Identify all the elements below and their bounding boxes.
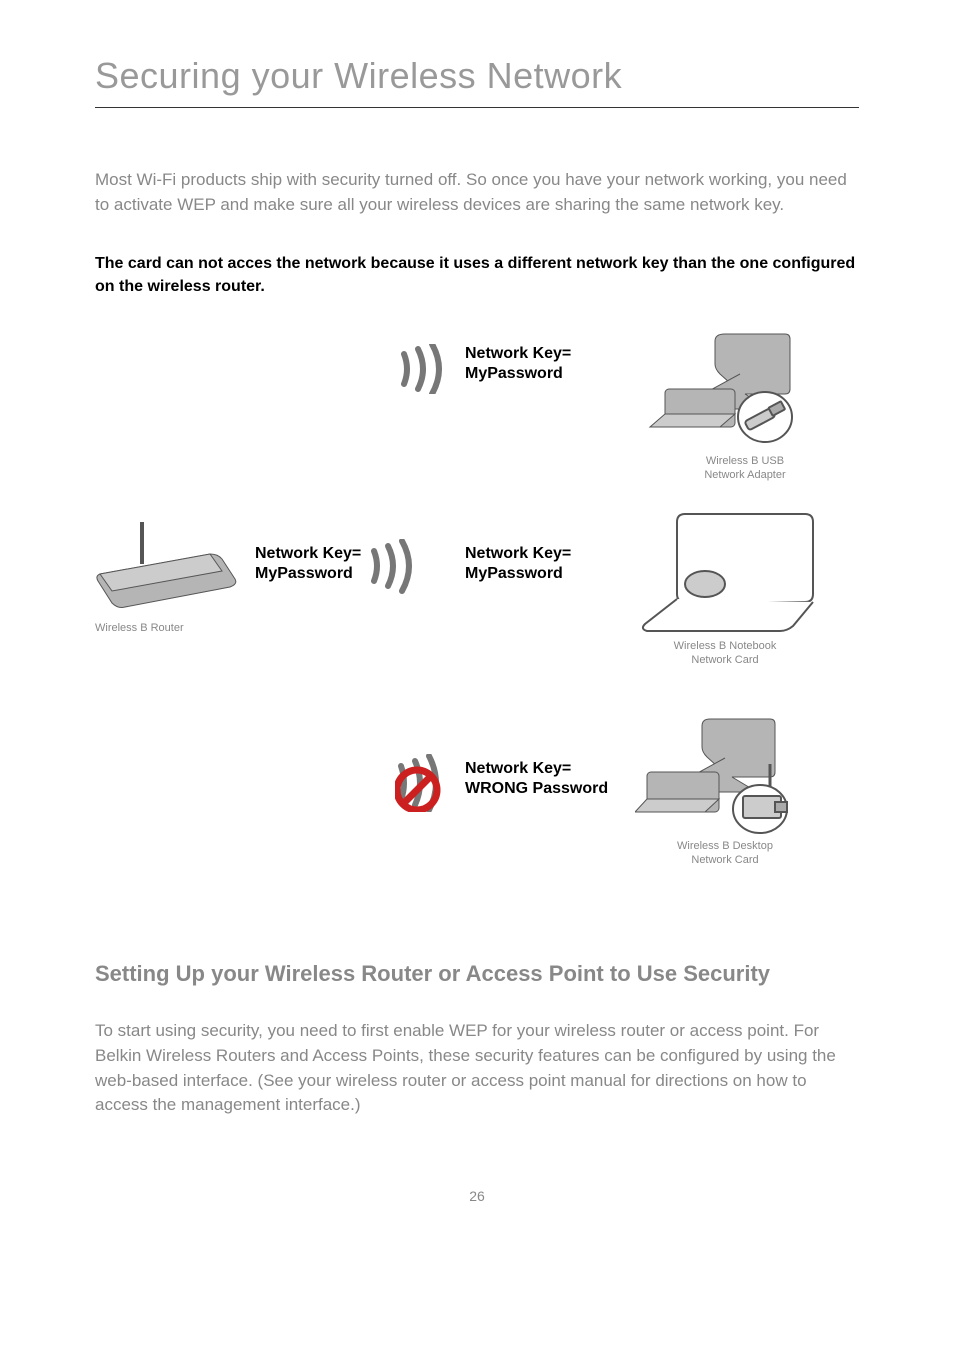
device-label: Wireless B USB Network Adapter [685, 454, 805, 483]
network-key-label: Network Key= MyPassword [255, 544, 361, 586]
device-label: Wireless B Notebook Network Card [655, 639, 795, 668]
network-key-label: Network Key= MyPassword [465, 544, 571, 586]
laptop-icon [625, 504, 825, 634]
device-label: Wireless B Desktop Network Card [655, 839, 795, 868]
intro-paragraph: Most Wi-Fi products ship with security t… [95, 168, 859, 217]
network-key-label: Network Key= MyPassword [465, 344, 571, 386]
blocked-signal-icon [395, 754, 455, 812]
section-heading: Setting Up your Wireless Router or Acces… [95, 959, 859, 990]
desktop-usb-icon [645, 329, 805, 449]
desktop-card-icon [635, 714, 805, 839]
signal-icon [400, 344, 445, 394]
router-icon [90, 519, 240, 614]
page-number: 26 [95, 1188, 859, 1204]
diagram-caption: The card can not acces the network becau… [95, 252, 859, 298]
network-diagram: Network Key= MyPassword Wireless B USB N… [95, 329, 860, 919]
body-paragraph: To start using security, you need to fir… [95, 1019, 859, 1118]
title-rule [95, 107, 859, 108]
device-label: Wireless B Router [95, 621, 184, 635]
page-title: Securing your Wireless Network [95, 55, 859, 97]
signal-icon [370, 539, 420, 594]
network-key-label: Network Key= WRONG Password [465, 759, 608, 801]
